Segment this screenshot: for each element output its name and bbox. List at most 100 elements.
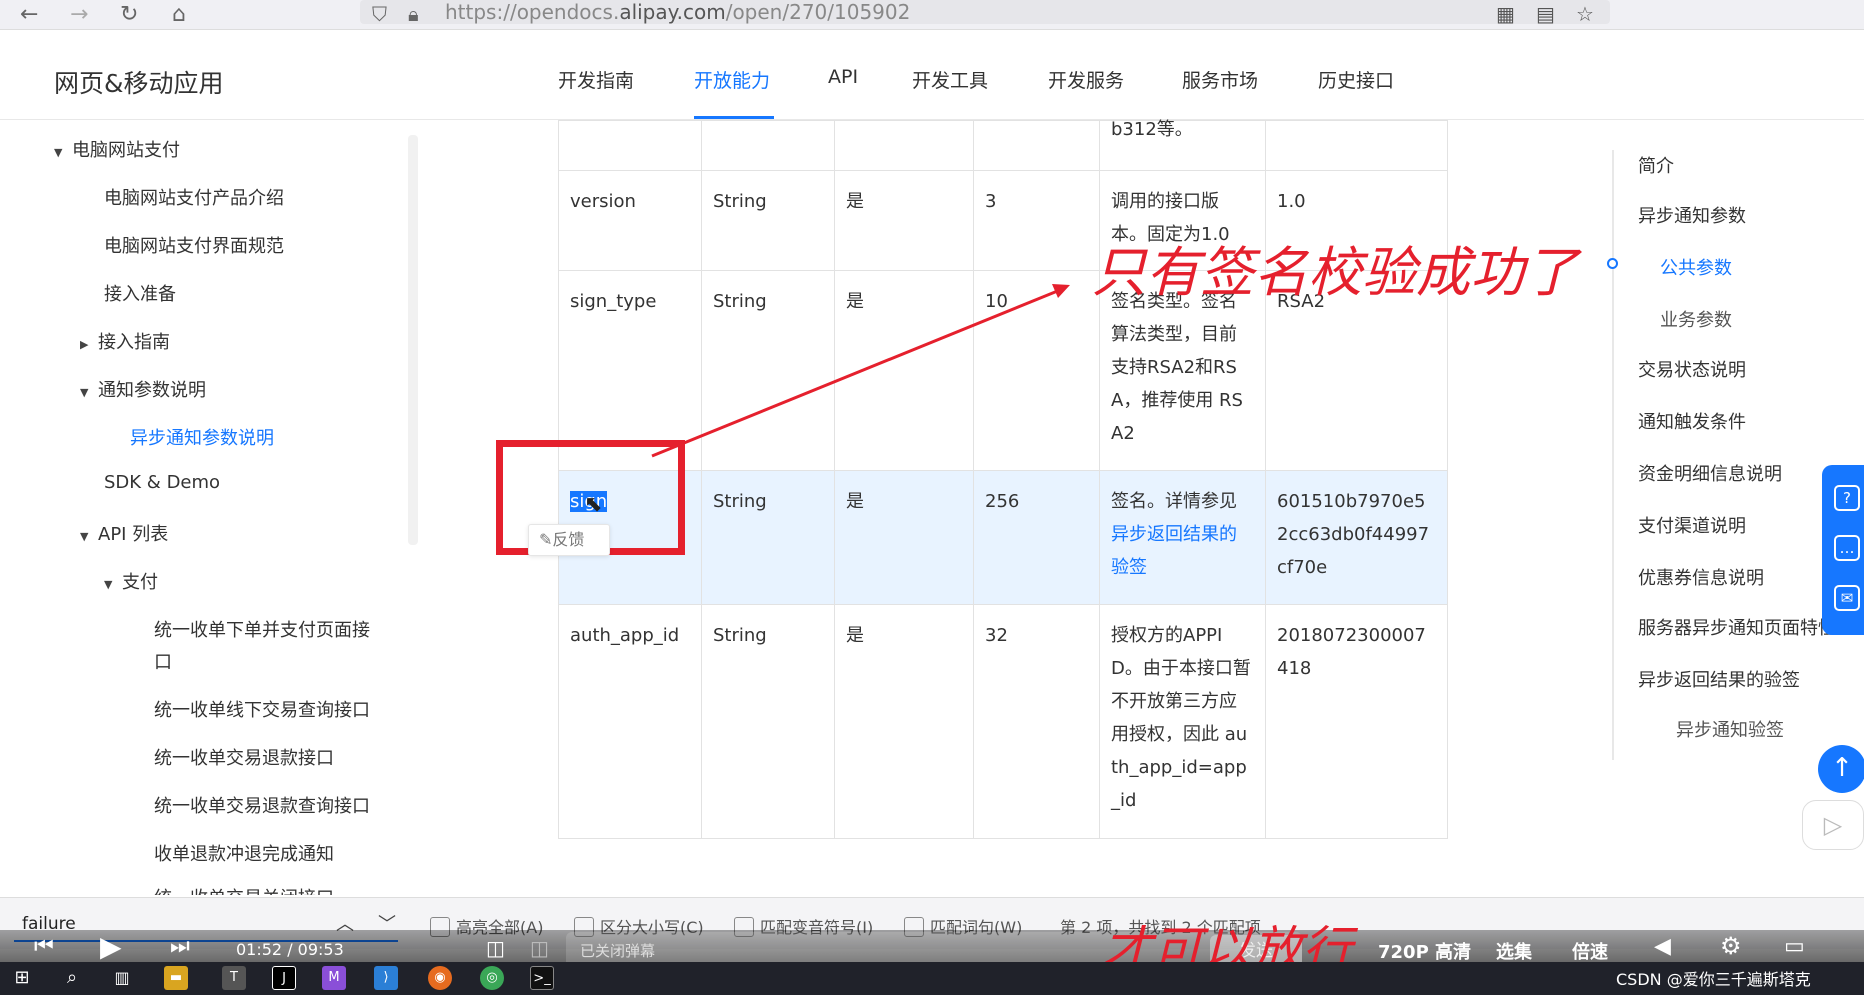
feedback-label: 反馈 bbox=[552, 530, 585, 549]
reader-mode-icon[interactable]: ▤ bbox=[1536, 2, 1555, 26]
qr-code-icon[interactable]: ▦ bbox=[1496, 2, 1515, 26]
toc-item[interactable]: 业务参数 bbox=[1660, 306, 1732, 332]
nav-dev-guide[interactable]: 开发指南 bbox=[558, 66, 634, 93]
table-cell bbox=[558, 120, 702, 171]
sidebar-item-ui-spec[interactable]: 电脑网站支付界面规范 bbox=[104, 232, 284, 258]
toc-item[interactable]: 支付渠道说明 bbox=[1638, 512, 1746, 538]
reload-icon[interactable]: ↻ bbox=[120, 2, 138, 27]
sidebar-item-page-pay-cont[interactable]: 口 bbox=[154, 648, 172, 674]
sidebar-item-guide[interactable]: ▶ 接入指南 bbox=[80, 328, 170, 354]
app-icon[interactable]: M bbox=[322, 966, 346, 990]
floating-help-bar: ? … ✉ bbox=[1822, 465, 1864, 635]
param-required: 是 bbox=[834, 604, 974, 839]
mail-icon[interactable]: ✉ bbox=[1834, 585, 1860, 611]
toc-item[interactable]: 优惠券信息说明 bbox=[1638, 564, 1764, 590]
param-example: 2018072300007418 bbox=[1265, 604, 1448, 839]
caret-down-icon: ▼ bbox=[104, 578, 113, 591]
nav-dev-service[interactable]: 开发服务 bbox=[1048, 66, 1124, 93]
nav-dev-tools[interactable]: 开发工具 bbox=[912, 66, 988, 93]
table-row-highlighted: sign String 是 256 签名。详情参见 异步返回结果的验签 6015… bbox=[558, 470, 1448, 605]
sidebar-item-label: 电脑网站支付 bbox=[72, 140, 180, 161]
desc-text: 签名。详情参见 bbox=[1111, 491, 1237, 512]
speed-button[interactable]: 倍速 bbox=[1572, 938, 1608, 964]
vscode-icon[interactable]: ⟩ bbox=[374, 966, 398, 990]
mouse-cursor-icon: ⬉ bbox=[584, 492, 603, 517]
nav-api[interactable]: API bbox=[828, 66, 858, 88]
firefox-icon[interactable]: ◉ bbox=[428, 966, 452, 990]
sidebar-item-notify-params[interactable]: ▼ 通知参数说明 bbox=[80, 376, 206, 402]
caret-down-icon: ▼ bbox=[80, 386, 89, 399]
app-icon[interactable]: T bbox=[222, 966, 246, 990]
sidebar-item-async-notify[interactable]: 异步通知参数说明 bbox=[130, 424, 274, 450]
sidebar-item-label: 通知参数说明 bbox=[98, 380, 206, 401]
sidebar-item-api-list[interactable]: ▼ API 列表 bbox=[80, 520, 168, 546]
next-video-button[interactable]: ▷ bbox=[1802, 800, 1864, 850]
param-desc: 签名。详情参见 异步返回结果的验签 bbox=[1099, 470, 1266, 605]
file-explorer-icon[interactable]: ▬ bbox=[164, 966, 188, 990]
episodes-button[interactable]: 选集 bbox=[1496, 938, 1532, 964]
param-required: 是 bbox=[834, 470, 974, 605]
caret-down-icon: ▼ bbox=[54, 146, 63, 159]
terminal-icon[interactable]: >_ bbox=[530, 966, 554, 990]
prev-video-icon[interactable]: ⏮ bbox=[34, 934, 54, 959]
sidebar-item-label: 接入指南 bbox=[98, 332, 170, 353]
danmaku-settings-icon[interactable]: ◫ bbox=[530, 936, 549, 960]
toc-item[interactable]: 异步通知验签 bbox=[1676, 716, 1784, 742]
toc-item[interactable]: 通知触发条件 bbox=[1638, 408, 1746, 434]
back-to-top-button[interactable]: ↑ bbox=[1818, 745, 1864, 793]
toc-item[interactable]: 服务器异步通知页面特性 bbox=[1638, 614, 1836, 640]
help-icon[interactable]: ? bbox=[1834, 485, 1860, 511]
table-cell bbox=[1265, 120, 1448, 171]
annotation-text-top: 只有签名校验成功了 bbox=[1092, 241, 1578, 304]
task-view-icon[interactable]: ▥ bbox=[110, 966, 134, 990]
param-example: 601510b7970e52cc63db0f44997cf70e bbox=[1265, 470, 1448, 605]
verify-sign-link[interactable]: 异步返回结果的验签 bbox=[1111, 524, 1237, 578]
table-cell: b312等。 bbox=[1099, 119, 1266, 171]
toc-item[interactable]: 异步通知参数 bbox=[1638, 202, 1746, 228]
jetbrains-icon[interactable]: J bbox=[272, 966, 296, 990]
toc-item[interactable]: 资金明细信息说明 bbox=[1638, 460, 1782, 486]
back-icon[interactable]: ← bbox=[20, 2, 38, 27]
sidebar-item-sdk-demo[interactable]: SDK & Demo bbox=[104, 472, 220, 493]
forward-icon[interactable]: → bbox=[70, 2, 88, 27]
home-icon[interactable]: ⌂ bbox=[172, 2, 186, 27]
toc-item[interactable]: 异步返回结果的验签 bbox=[1638, 666, 1800, 692]
sidebar-item-label: 支付 bbox=[122, 572, 158, 593]
sidebar-item-pay[interactable]: ▼ 支付 bbox=[104, 568, 158, 594]
toc-item[interactable]: 简介 bbox=[1638, 152, 1674, 178]
toc-item[interactable]: 交易状态说明 bbox=[1638, 356, 1746, 382]
toc-item-active[interactable]: 公共参数 bbox=[1660, 254, 1732, 280]
cell-text: b312等。 bbox=[1111, 119, 1193, 140]
bookmark-star-icon[interactable]: ☆ bbox=[1576, 2, 1594, 26]
site-title[interactable]: 网页&移动应用 bbox=[54, 64, 224, 100]
settings-gear-icon[interactable]: ⚙ bbox=[1720, 932, 1742, 960]
nav-service-market[interactable]: 服务市场 bbox=[1182, 66, 1258, 93]
caret-right-icon: ▶ bbox=[80, 338, 89, 351]
sidebar-item-refund-notify[interactable]: 收单退款冲退完成通知 bbox=[154, 840, 334, 866]
next-video-icon[interactable]: ⏭ bbox=[170, 934, 190, 959]
sidebar-item-close[interactable]: 统一收单交易关闭接口 bbox=[154, 884, 334, 895]
sidebar-item-pc-pay[interactable]: ▼ 电脑网站支付 bbox=[54, 136, 180, 162]
sidebar-item-prepare[interactable]: 接入准备 bbox=[104, 280, 176, 306]
sidebar-item-page-pay[interactable]: 统一收单下单并支付页面接 bbox=[154, 616, 370, 642]
url-text[interactable]: https://opendocs.alipay.com/open/270/105… bbox=[445, 0, 910, 24]
sidebar-item-trade-query[interactable]: 统一收单线下交易查询接口 bbox=[154, 696, 370, 722]
sidebar-item-product-intro[interactable]: 电脑网站支付产品介绍 bbox=[104, 184, 284, 210]
feedback-button[interactable]: ✎反馈 bbox=[528, 524, 610, 556]
volume-icon[interactable]: ◀ bbox=[1654, 934, 1671, 959]
quality-button[interactable]: 720P 高清 bbox=[1378, 938, 1471, 964]
chat-icon[interactable]: … bbox=[1834, 535, 1860, 561]
danmaku-toggle-icon[interactable]: ◫ bbox=[486, 936, 505, 960]
search-icon[interactable]: ⌕ bbox=[60, 966, 84, 990]
sidebar-scrollbar[interactable] bbox=[408, 135, 418, 545]
shield-icon[interactable]: ⛉ bbox=[372, 2, 387, 26]
nav-open-capability[interactable]: 开放能力 bbox=[694, 66, 770, 93]
nav-history-api[interactable]: 历史接口 bbox=[1318, 66, 1394, 93]
fullscreen-icon[interactable]: ▭ bbox=[1784, 934, 1805, 959]
play-icon[interactable]: ▶ bbox=[100, 930, 122, 963]
sidebar-item-refund-query[interactable]: 统一收单交易退款查询接口 bbox=[154, 792, 370, 818]
caret-down-icon: ▼ bbox=[80, 530, 89, 543]
sidebar-item-refund[interactable]: 统一收单交易退款接口 bbox=[154, 744, 334, 770]
chrome-icon[interactable]: ◎ bbox=[480, 966, 504, 990]
windows-start-icon[interactable]: ⊞ bbox=[10, 966, 34, 990]
